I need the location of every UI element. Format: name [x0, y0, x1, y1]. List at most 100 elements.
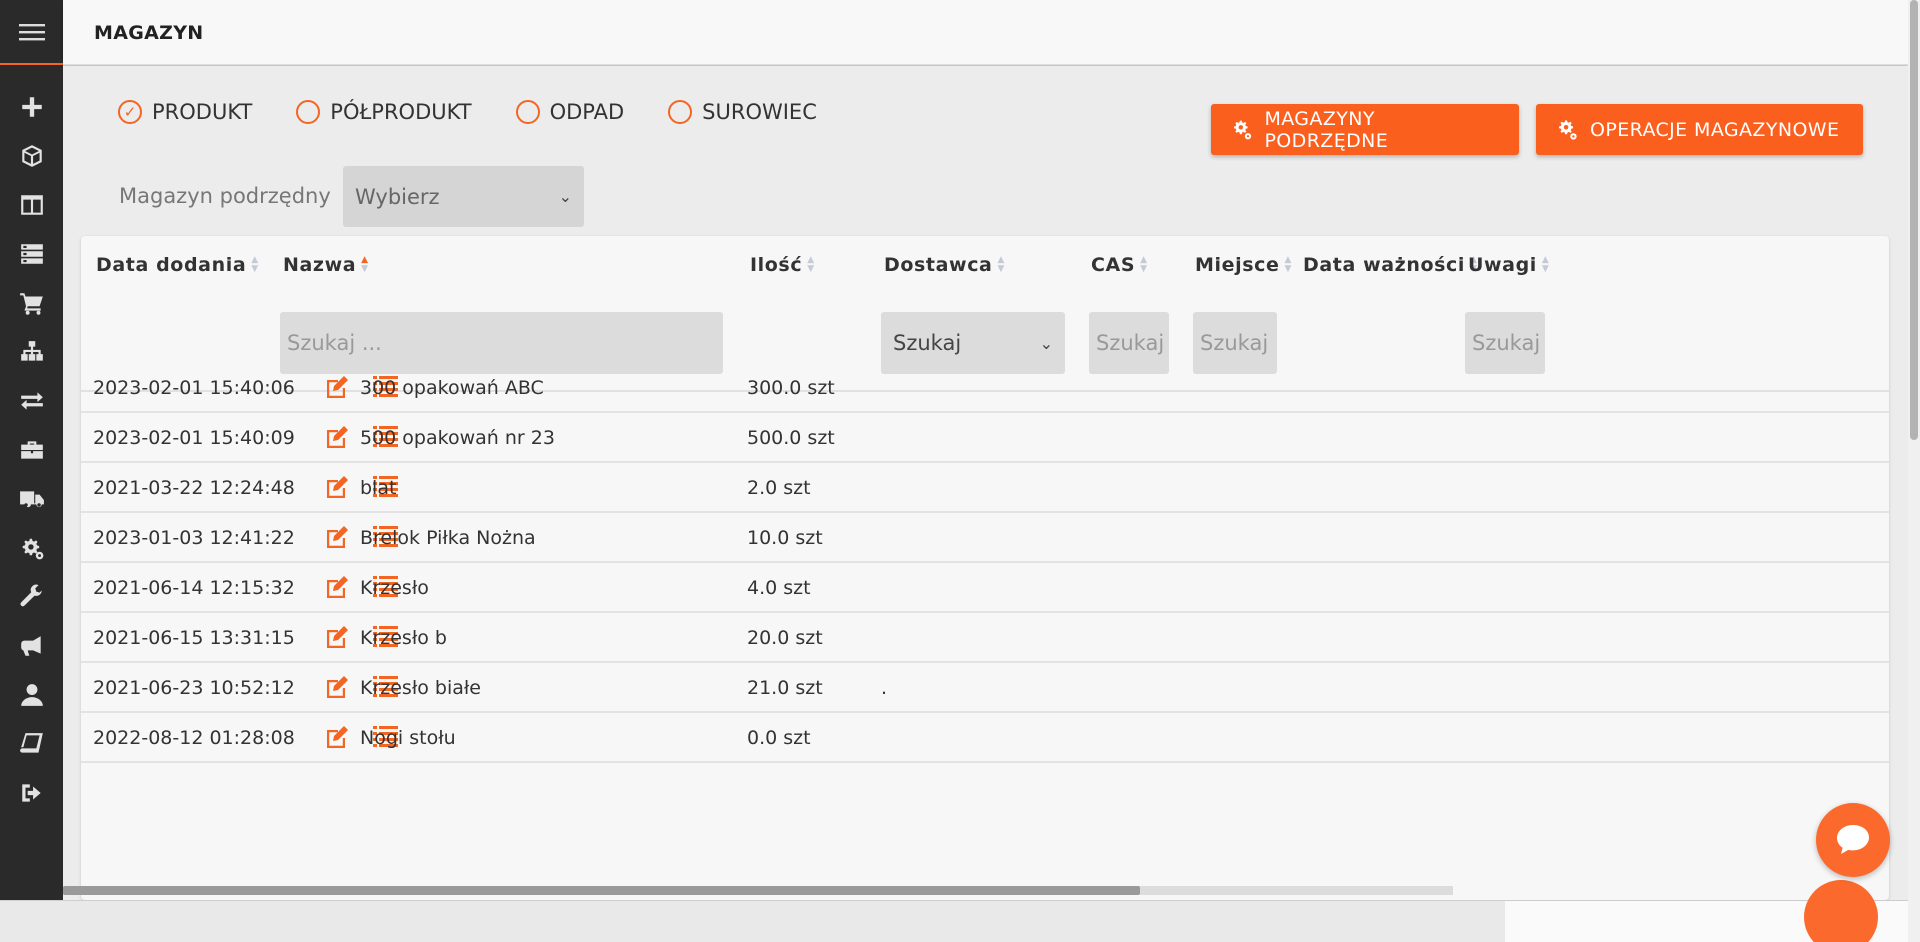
select-value: Wybierz [355, 184, 440, 209]
radio-odpad[interactable]: ODPAD [515, 100, 624, 124]
cell-qty: 20.0 szt [747, 627, 823, 649]
sort-icon[interactable]: ▲ ▼ [1140, 256, 1148, 274]
table-row[interactable]: 2021-06-14 12:15:32 Krzesło 4.0 szt [81, 563, 1889, 613]
edit-icon[interactable] [324, 674, 350, 700]
radio-label: PRODUKT [152, 100, 253, 124]
col-header-qty[interactable]: Ilość ▲ ▼ [750, 254, 815, 276]
cell-date: 2021-06-14 12:15:32 [93, 577, 295, 599]
cell-date: 2021-06-23 10:52:12 [93, 677, 295, 699]
radio-circle-icon[interactable] [515, 100, 540, 124]
cell-qty: 500.0 szt [747, 427, 835, 449]
radio-produkt[interactable]: ✓ PRODUKT [118, 100, 252, 124]
edit-icon[interactable] [324, 524, 350, 550]
edit-icon[interactable] [324, 424, 350, 450]
table-row[interactable]: 2023-02-01 15:40:09 500 opakowań nr 23 500… [81, 413, 1889, 463]
plus-icon[interactable] [0, 82, 63, 131]
product-type-radio-group: ✓ PRODUKT PÓŁPRODUKT ODPAD SUROWIEC [118, 100, 861, 124]
edit-icon[interactable] [324, 624, 350, 650]
sub-warehouses-button[interactable]: MAGAZYNY PODRZĘDNE [1211, 104, 1519, 155]
table-row[interactable]: 2023-01-03 12:41:22 Brelok Piłka Nożna 10.… [81, 513, 1889, 563]
cell-qty: 4.0 szt [747, 577, 811, 599]
chevron-down-icon: ⌄ [1039, 333, 1053, 353]
table-row[interactable]: 2022-08-12 01:28:08 Nogi stołu 0.0 szt [81, 713, 1889, 763]
col-header-name[interactable]: Nazwa ▲ ▼ [283, 254, 369, 276]
scrollbar-thumb[interactable] [63, 886, 1140, 895]
bottom-strip [0, 900, 1505, 942]
sort-icon[interactable]: ▲ ▼ [1284, 256, 1292, 274]
cell-qty: 2.0 szt [747, 477, 811, 499]
col-header-place[interactable]: Miejsce ▲ ▼ [1195, 254, 1292, 276]
edit-icon[interactable] [324, 724, 350, 750]
button-label: OPERACJE MAGAZYNOWE [1590, 118, 1840, 141]
inventory-table: Data dodania ▲ ▼ Nazwa ▲ ▼ Ilość ▲ ▼ Dostaw… [81, 236, 1889, 900]
table-row[interactable]: 2021-03-22 12:24:48 blat 2.0 szt [81, 463, 1889, 513]
cell-date: 2021-06-15 13:31:15 [93, 627, 295, 649]
cell-name: 300 opakowań ABC [360, 377, 544, 399]
logout-icon[interactable] [0, 768, 63, 817]
megaphone-icon[interactable] [0, 621, 63, 670]
col-header-expiry[interactable]: Data ważności ▲ ▼ [1303, 254, 1478, 276]
exchange-icon[interactable] [0, 376, 63, 425]
briefcase-icon[interactable] [0, 425, 63, 474]
book-icon[interactable] [0, 719, 63, 768]
cell-name: 500 opakowań nr 23 [360, 427, 555, 449]
chat-button[interactable] [1816, 803, 1890, 877]
gears-icon[interactable] [0, 523, 63, 572]
cell-date: 2022-08-12 01:28:08 [93, 727, 295, 749]
gears-icon [1559, 119, 1577, 140]
main-content: ✓ PRODUKT PÓŁPRODUKT ODPAD SUROWIEC MAGA… [63, 66, 1908, 900]
checkmark-icon[interactable]: ✓ [118, 100, 142, 124]
sub-warehouse-select[interactable]: Wybierz ⌄ [343, 166, 584, 227]
col-header-supplier[interactable]: Dostawca ▲ ▼ [884, 254, 1005, 276]
sort-icon[interactable]: ▲ ▼ [807, 256, 815, 274]
cell-name: Krzesło białe [360, 677, 481, 699]
table-row[interactable]: 2023-02-01 15:40:06 300 opakowań ABC 300.0… [81, 363, 1889, 413]
scrollbar-thumb[interactable] [1910, 0, 1918, 440]
cell-qty: 0.0 szt [747, 727, 811, 749]
edit-icon[interactable] [324, 574, 350, 600]
cart-icon[interactable] [0, 278, 63, 327]
table-row[interactable]: 2021-06-15 13:31:15 Krzesło b 20.0 szt [81, 613, 1889, 663]
menu-icon[interactable] [0, 0, 63, 65]
columns-icon[interactable] [0, 180, 63, 229]
radio-circle-icon[interactable] [296, 100, 321, 124]
radio-circle-icon[interactable] [668, 100, 693, 124]
sort-asc-icon[interactable]: ▲ ▼ [361, 256, 369, 274]
radio-polprodukt[interactable]: PÓŁPRODUKT [296, 100, 472, 124]
col-header-notes[interactable]: Uwagi ▲ ▼ [1468, 254, 1549, 276]
app-window: MAGAZYN ✓ PRODUKT PÓŁPRODUKT ODPAD SUROW… [0, 0, 1920, 942]
truck-icon[interactable] [0, 474, 63, 523]
sort-icon[interactable]: ▲ ▼ [251, 256, 259, 274]
cell-name: Krzesło b [360, 627, 447, 649]
vertical-scrollbar[interactable] [1908, 0, 1920, 942]
table-row[interactable]: 2021-06-23 10:52:12 Krzesło białe 21.0 szt… [81, 663, 1889, 713]
sort-icon[interactable]: ▲ ▼ [1542, 256, 1550, 274]
gears-icon [1234, 120, 1252, 139]
cell-date: 2021-03-22 12:24:48 [93, 477, 295, 499]
sub-warehouse-label: Magazyn podrzędny [119, 184, 331, 208]
list-icon[interactable] [0, 229, 63, 278]
radio-surowiec[interactable]: SUROWIEC [668, 100, 817, 124]
col-header-date[interactable]: Data dodania ▲ ▼ [96, 254, 259, 276]
warehouse-operations-button[interactable]: OPERACJE MAGAZYNOWE [1536, 104, 1863, 155]
radio-label: PÓŁPRODUKT [330, 100, 472, 124]
col-header-cas[interactable]: CAS ▲ ▼ [1091, 254, 1148, 276]
sidebar [0, 0, 63, 900]
top-header: MAGAZYN [63, 0, 1908, 65]
box-icon[interactable] [0, 131, 63, 180]
cell-qty: 21.0 szt [747, 677, 823, 699]
wrench-icon[interactable] [0, 572, 63, 621]
user-icon[interactable] [0, 670, 63, 719]
radio-label: SUROWIEC [702, 100, 817, 124]
edit-icon[interactable] [324, 374, 350, 400]
sitemap-icon[interactable] [0, 327, 63, 376]
sort-icon[interactable]: ▲ ▼ [997, 256, 1005, 274]
edit-icon[interactable] [324, 474, 350, 500]
cell-date: 2023-02-01 15:40:09 [93, 427, 295, 449]
cell-name: Brelok Piłka Nożna [360, 527, 536, 549]
cell-name: Nogi stołu [360, 727, 456, 749]
cell-date: 2023-01-03 12:41:22 [93, 527, 295, 549]
cell-qty: 10.0 szt [747, 527, 823, 549]
horizontal-scrollbar[interactable] [63, 886, 1453, 895]
cell-supplier: . [881, 677, 888, 699]
